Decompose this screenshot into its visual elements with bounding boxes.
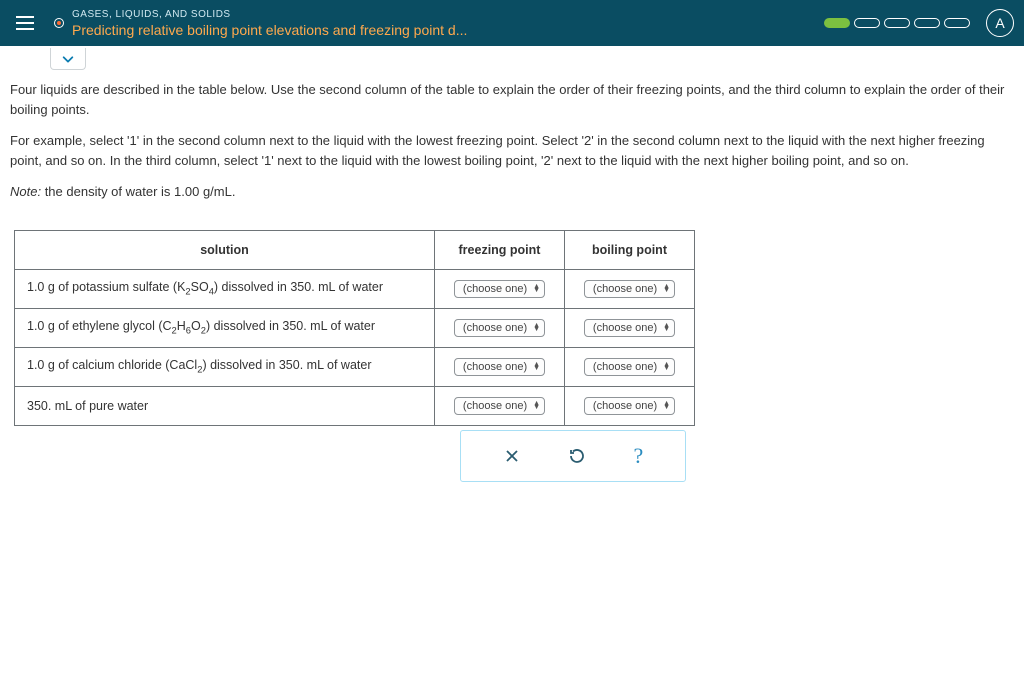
menu-button[interactable] [16,16,34,30]
instruction-paragraph-1: Four liquids are described in the table … [10,80,1014,119]
select-arrows-icon: ▲▼ [533,402,540,410]
boiling-point-select[interactable]: (choose one) ▲▼ [584,397,675,415]
table-row: 1.0 g of calcium chloride (CaCl2) dissol… [15,347,695,386]
select-arrows-icon: ▲▼ [533,285,540,293]
answer-toolbar: ? [460,430,686,482]
boiling-point-cell: (choose one) ▲▼ [565,347,695,386]
select-arrows-icon: ▲▼ [533,324,540,332]
freezing-point-cell: (choose one) ▲▼ [435,386,565,425]
select-label: (choose one) [463,361,527,373]
col-header-solution: solution [15,230,435,269]
solutions-table: solution freezing point boiling point 1.… [14,230,695,426]
topic-title: Predicting relative boiling point elevat… [72,22,467,38]
select-arrows-icon: ▲▼ [663,324,670,332]
col-header-freezing: freezing point [435,230,565,269]
header-action-button[interactable]: A [986,9,1014,37]
select-label: (choose one) [463,283,527,295]
solution-cell: 350. mL of pure water [15,386,435,425]
solution-cell: 1.0 g of calcium chloride (CaCl2) dissol… [15,347,435,386]
reset-button[interactable] [568,447,586,465]
freezing-point-cell: (choose one) ▲▼ [435,347,565,386]
boiling-point-cell: (choose one) ▲▼ [565,308,695,347]
select-label: (choose one) [593,322,657,334]
freezing-point-select[interactable]: (choose one) ▲▼ [454,280,545,298]
note-line: Note: the density of water is 1.00 g/mL. [10,182,1014,202]
select-arrows-icon: ▲▼ [663,402,670,410]
clear-button[interactable] [503,447,521,465]
boiling-point-select[interactable]: (choose one) ▲▼ [584,280,675,298]
topic-category: GASES, LIQUIDS, AND SOLIDS [72,9,467,20]
select-arrows-icon: ▲▼ [663,363,670,371]
select-arrows-icon: ▲▼ [533,363,540,371]
boiling-point-cell: (choose one) ▲▼ [565,269,695,308]
select-label: (choose one) [593,400,657,412]
freezing-point-select[interactable]: (choose one) ▲▼ [454,397,545,415]
solution-cell: 1.0 g of ethylene glycol (C2H6O2) dissol… [15,308,435,347]
expand-caret-button[interactable] [50,48,86,70]
freezing-point-cell: (choose one) ▲▼ [435,269,565,308]
boiling-point-select[interactable]: (choose one) ▲▼ [584,358,675,376]
select-label: (choose one) [463,400,527,412]
table-row: 1.0 g of ethylene glycol (C2H6O2) dissol… [15,308,695,347]
col-header-boiling: boiling point [565,230,695,269]
solution-cell: 1.0 g of potassium sulfate (K2SO4) disso… [15,269,435,308]
boiling-point-select[interactable]: (choose one) ▲▼ [584,319,675,337]
freezing-point-select[interactable]: (choose one) ▲▼ [454,358,545,376]
topic-bullet-icon [54,18,64,28]
table-row: 1.0 g of potassium sulfate (K2SO4) disso… [15,269,695,308]
freezing-point-cell: (choose one) ▲▼ [435,308,565,347]
table-row: 350. mL of pure water(choose one)▲▼(choo… [15,386,695,425]
select-label: (choose one) [593,361,657,373]
boiling-point-cell: (choose one) ▲▼ [565,386,695,425]
select-label: (choose one) [463,322,527,334]
help-button[interactable]: ? [634,443,644,469]
select-arrows-icon: ▲▼ [663,285,670,293]
select-label: (choose one) [593,283,657,295]
instruction-paragraph-2: For example, select '1' in the second co… [10,131,1014,170]
progress-bubbles [824,18,970,28]
freezing-point-select[interactable]: (choose one) ▲▼ [454,319,545,337]
